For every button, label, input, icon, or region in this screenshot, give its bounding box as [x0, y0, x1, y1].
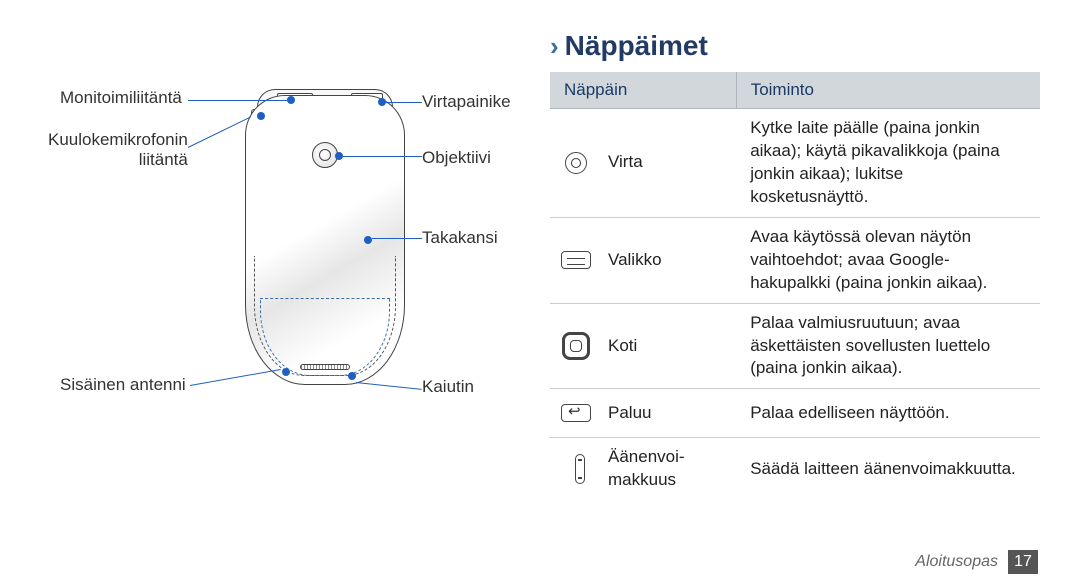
row-menu: Valikko Avaa käytössä olevan näytön vaih…: [550, 217, 1040, 303]
section-heading: ›Näppäimet: [550, 30, 1040, 62]
volume-key-icon: [560, 453, 592, 485]
key-function: Säädä laitteen äänenvoimakkuutta.: [736, 438, 1040, 500]
page-footer: Aloitusopas 17: [915, 550, 1038, 574]
label-speaker: Kaiutin: [422, 377, 474, 397]
phone-outline: [245, 95, 405, 385]
home-key-icon: [560, 330, 592, 362]
col-header-key: Näppäin: [550, 72, 736, 109]
label-camera-lens: Objektiivi: [422, 148, 491, 168]
key-name: Valikko: [608, 249, 698, 272]
col-header-function: Toiminto: [736, 72, 1040, 109]
page-number: 17: [1008, 550, 1038, 574]
chevron-right-icon: ›: [550, 31, 559, 61]
row-back: Paluu Palaa edelliseen näyttöön.: [550, 389, 1040, 438]
speaker-grill: [300, 364, 350, 370]
power-key-icon: [560, 147, 592, 179]
row-home: Koti Palaa valmiusruutuun; avaa äskettäi…: [550, 303, 1040, 389]
menu-key-icon: [560, 244, 592, 276]
key-function: Avaa käytössä olevan näytön vaihtoehdot;…: [736, 217, 1040, 303]
key-name: Paluu: [608, 402, 698, 425]
label-multi-port: Monitoimiliitäntä: [60, 88, 182, 108]
label-internal-antenna: Sisäinen antenni: [60, 375, 186, 395]
key-name: Virta: [608, 151, 698, 174]
key-name: Äänenvoi- makkuus: [608, 446, 698, 492]
footer-section-name: Aloitusopas: [915, 553, 998, 571]
row-power: Virta Kytke laite päälle (paina jonkin a…: [550, 109, 1040, 218]
back-key-icon: [560, 397, 592, 429]
key-function: Kytke laite päälle (paina jonkin aikaa);…: [736, 109, 1040, 218]
key-name: Koti: [608, 335, 698, 358]
label-power-button: Virtapainike: [422, 92, 511, 112]
key-function: Palaa valmiusruutuun; avaa äskettäisten …: [736, 303, 1040, 389]
row-volume: Äänenvoi- makkuus Säädä laitteen äänenvo…: [550, 438, 1040, 500]
keys-table: Näppäin Toiminto Virta Kytke laite pääll…: [550, 72, 1040, 500]
label-back-cover: Takakansi: [422, 228, 498, 248]
key-function: Palaa edelliseen näyttöön.: [736, 389, 1040, 438]
device-back-diagram: Monitoimiliitäntä Kuulokemikrofonin liit…: [90, 70, 510, 450]
label-headset-jack: Kuulokemikrofonin liitäntä: [48, 130, 188, 170]
